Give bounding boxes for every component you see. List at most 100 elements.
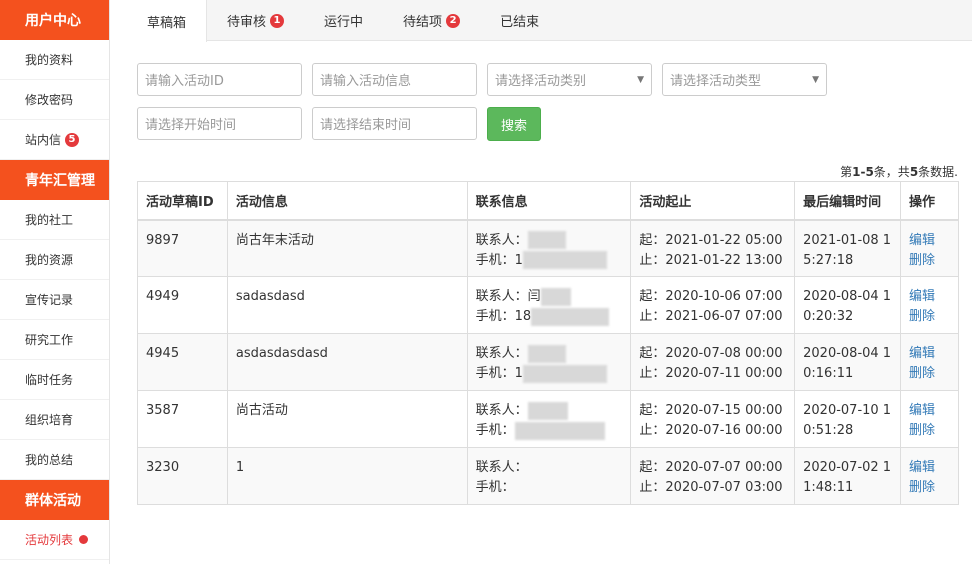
cell-actions: 编辑 删除 [900,276,959,334]
delete-link[interactable]: 删除 [909,421,950,441]
col-activity-period: 活动起止 [630,181,796,221]
activity-type-select[interactable]: 请选择活动类型 ▼ [662,63,827,96]
cell-contact: 联系人： 手机： [466,447,632,505]
sidebar-item-research[interactable]: 研究工作 [0,320,109,360]
cell-last-edited: 2020-08-04 1 0:20:32 [794,276,902,334]
edit-link[interactable]: 编辑 [909,231,950,251]
delete-link[interactable]: 删除 [909,251,950,271]
cell-last-edited: 2021-01-08 1 5:27:18 [794,219,902,277]
tab-label: 运行中 [324,15,364,30]
activity-info-input[interactable]: 请输入活动信息 [312,63,477,96]
redacted-blur [522,251,607,269]
phone-number: 1 [514,366,523,381]
redacted-blur [514,421,605,440]
tab-pending-closure[interactable]: 待结项 2 [383,0,480,41]
cell-info: sadasdasd [226,276,468,334]
sidebar-item-label: 临时任务 [25,373,74,387]
sidebar-item-messages[interactable]: 站内信 5 [0,120,109,160]
tab-drafts[interactable]: 草稿箱 [127,0,208,42]
cell-last-edited: 2020-07-10 1 0:51:28 [794,390,902,448]
edit-link[interactable]: 编辑 [909,401,950,421]
summary-middle: 条，共 [873,165,910,179]
sidebar-item-publicity[interactable]: 宣传记录 [0,280,109,320]
sidebar-item-label: 宣传记录 [25,293,74,307]
tab-pending-review[interactable]: 待审核 1 [207,0,304,41]
cell-period: 起：2020-10-06 07:00 止：2021-06-07 07:00 [630,276,796,334]
sidebar-item-label: 研究工作 [25,333,74,347]
end-time-input[interactable]: 请选择结束时间 [312,107,477,140]
delete-link[interactable]: 删除 [909,478,950,498]
redacted-blur [540,287,571,306]
edited-line-2: 0:51:28 [803,423,854,438]
search-button[interactable]: 搜索 [487,107,541,141]
tab-label: 已结束 [500,15,540,30]
edit-link[interactable]: 编辑 [909,344,950,364]
sidebar-item-activity-list[interactable]: 活动列表 [0,520,109,560]
sidebar-section-group-activities: 群体活动 [0,480,109,520]
period-start: 起：2020-10-06 07:00 [639,289,783,304]
edit-link[interactable]: 编辑 [909,287,950,307]
contact-label: 联系人： [475,289,528,304]
contact-label: 联系人： [475,403,528,418]
tab-label: 待结项 [403,15,443,30]
sidebar-section-youth-management: 青年汇管理 [0,160,109,200]
table-header-row: 活动草稿ID 活动信息 联系信息 活动起止 最后编辑时间 操作 [137,181,959,221]
start-time-input[interactable]: 请选择开始时间 [137,107,302,140]
summary-prefix: 第 [840,165,853,179]
delete-link[interactable]: 删除 [909,364,950,384]
cell-id: 4949 [137,276,228,334]
drafts-table: 活动草稿ID 活动信息 联系信息 活动起止 最后编辑时间 操作 9897 尚古年… [137,181,959,505]
cell-id: 3587 [137,390,228,448]
tab-running[interactable]: 运行中 [304,0,383,41]
cell-period: 起：2020-07-15 00:00 止：2020-07-16 00:00 [630,390,796,448]
period-end: 止：2021-06-07 07:00 [639,309,783,324]
cell-actions: 编辑 删除 [900,333,959,391]
redacted-blur [522,364,607,383]
cell-info: 尚古活动 [226,390,468,448]
redacted-blur [531,307,610,326]
sidebar-item-label: 我的资料 [25,53,74,67]
tab-label: 待审核 [227,15,267,30]
delete-link[interactable]: 删除 [909,307,950,327]
cell-actions: 编辑 删除 [900,219,959,277]
col-draft-id: 活动草稿ID [137,181,228,221]
sidebar-item-summary[interactable]: 我的总结 [0,440,109,480]
summary-suffix: 条数据. [918,165,958,179]
redacted-blur [527,344,566,363]
period-start: 起：2020-07-15 00:00 [639,403,783,418]
sidebar-item-resources[interactable]: 我的资源 [0,240,109,280]
active-dot-icon [79,535,89,544]
period-end: 止：2021-01-22 13:00 [639,252,783,268]
sidebar-section-user-center: 用户中心 [0,0,109,40]
sidebar-item-org-cultivation[interactable]: 组织培育 [0,400,109,440]
caret-down-icon: ▼ [637,74,644,85]
period-end: 止：2020-07-11 00:00 [639,366,783,381]
phone-number: 18 [514,309,532,324]
sidebar-item-temp-tasks[interactable]: 临时任务 [0,360,109,400]
cell-actions: 编辑 删除 [900,447,959,505]
cell-contact: 联系人： 手机： [466,390,632,448]
sidebar-item-change-password[interactable]: 修改密码 [0,80,109,120]
tab-ended[interactable]: 已结束 [480,0,559,41]
sidebar-item-label: 站内信 [25,133,62,147]
sidebar-item-label: 修改密码 [25,93,74,107]
activity-id-input[interactable]: 请输入活动ID [137,63,302,96]
table-row: 3230 1 联系人： 手机： 起：2020-07-07 00:00 止：2020-… [137,447,959,505]
edited-line-2: 1:48:11 [803,480,854,495]
edit-link[interactable]: 编辑 [909,458,950,478]
phone-label: 手机： [475,366,515,381]
cell-info: 尚古年末活动 [226,219,468,277]
period-start: 起：2020-07-07 00:00 [639,460,783,475]
cell-period: 起：2021-01-22 05:00 止：2021-01-22 13:00 [630,219,796,277]
sidebar: 用户中心 我的资料 修改密码 站内信 5 青年汇管理 我的社工 我的资源 宣传记录… [0,0,110,564]
phone-label: 手机： [475,423,515,438]
cell-info: 1 [226,447,468,505]
cell-period: 起：2020-07-07 00:00 止：2020-07-07 03:00 [630,447,796,505]
edited-line-1: 2020-07-02 1 [803,460,892,475]
messages-badge: 5 [65,132,80,147]
sidebar-item-profile[interactable]: 我的资料 [0,40,109,80]
sidebar-item-social-workers[interactable]: 我的社工 [0,200,109,240]
activity-category-select[interactable]: 请选择活动类别 ▼ [487,63,652,96]
edited-line-1: 2020-07-10 1 [803,403,892,418]
col-actions: 操作 [900,181,959,221]
